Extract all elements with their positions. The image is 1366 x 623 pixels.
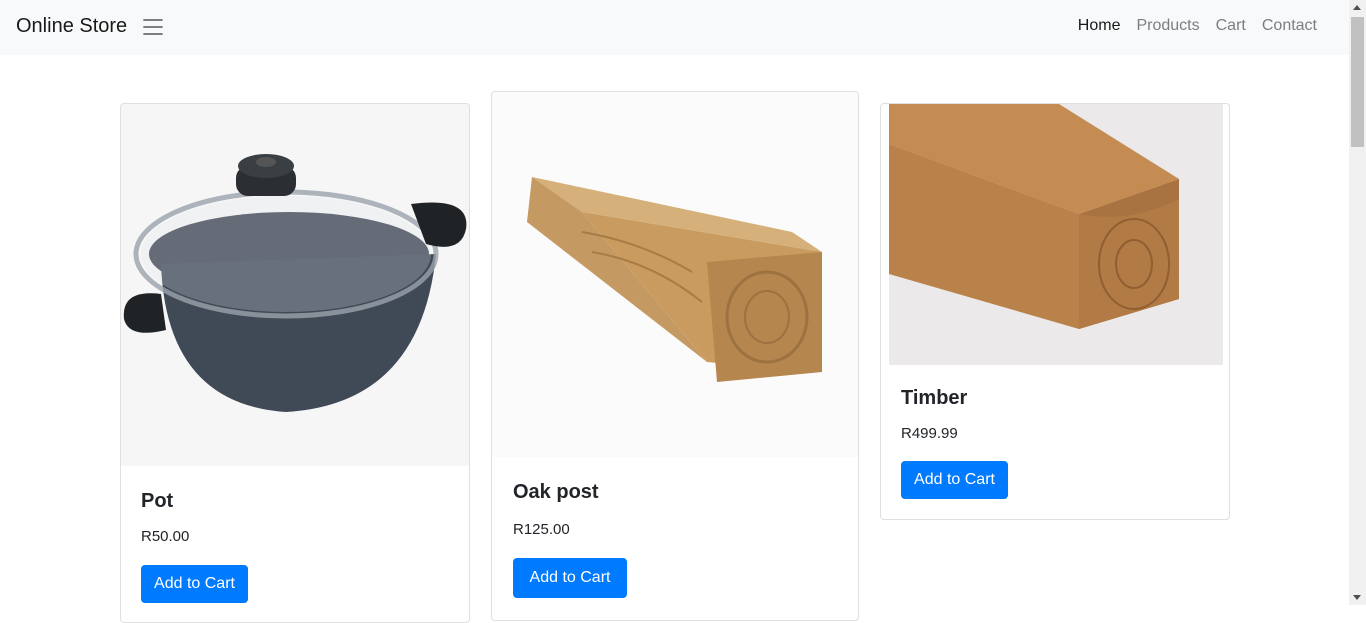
scrollbar[interactable] xyxy=(1349,0,1366,605)
product-title: Timber xyxy=(901,387,968,409)
product-title: Oak post xyxy=(513,481,599,503)
product-price: R499.99 xyxy=(901,425,958,442)
nav-links: Home Products Cart Contact xyxy=(1070,17,1325,35)
hamburger-menu-icon[interactable] xyxy=(141,15,165,39)
nav-cart[interactable]: Cart xyxy=(1208,17,1254,35)
product-price: R50.00 xyxy=(141,528,190,545)
scroll-up-icon[interactable] xyxy=(1353,5,1361,10)
navbar: Online Store Home Products Cart Contact xyxy=(0,0,1349,55)
brand-link[interactable]: Online Store xyxy=(16,15,127,38)
nav-home[interactable]: Home xyxy=(1070,17,1129,35)
scroll-down-icon[interactable] xyxy=(1353,595,1361,600)
product-card-timber: Timber R499.99 Add to Cart xyxy=(880,103,1230,520)
scrollbar-thumb[interactable] xyxy=(1351,17,1364,147)
product-price: R125.00 xyxy=(513,521,570,538)
add-to-cart-button[interactable]: Add to Cart xyxy=(513,558,627,598)
oak-post-image xyxy=(492,92,858,457)
add-to-cart-button[interactable]: Add to Cart xyxy=(141,565,248,603)
timber-image xyxy=(889,104,1223,365)
nav-products[interactable]: Products xyxy=(1128,17,1207,35)
nav-contact[interactable]: Contact xyxy=(1254,17,1325,35)
pot-image xyxy=(121,104,469,466)
add-to-cart-button[interactable]: Add to Cart xyxy=(901,461,1008,499)
product-card-oak-post: Oak post R125.00 Add to Cart xyxy=(491,91,859,621)
product-card-pot: Pot R50.00 Add to Cart xyxy=(120,103,470,623)
product-title: Pot xyxy=(141,490,174,512)
